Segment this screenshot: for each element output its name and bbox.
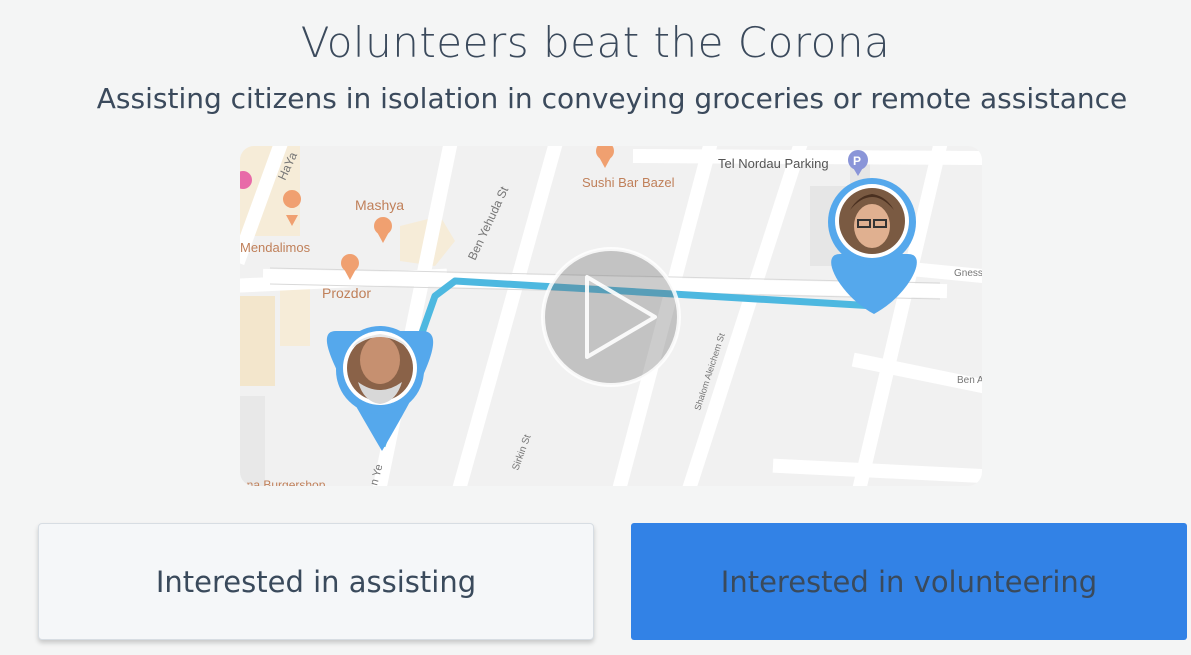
interested-in-assisting-button[interactable]: Interested in assisting — [38, 523, 594, 640]
svg-text:P: P — [853, 154, 861, 168]
place-label-tel-nordau: Tel Nordau Parking — [718, 156, 829, 171]
map-illustration: HaYa Mashya Mendalimos Prozdor Ben Yehud… — [240, 146, 982, 486]
street-label-ben-ami: Ben A — [957, 375, 982, 386]
place-label-prozdor: Prozdor — [322, 285, 371, 301]
place-label-sushi-bar: Sushi Bar Bazel — [582, 175, 675, 190]
place-label-burgershop: ana Burgershop — [240, 478, 326, 486]
page-subtitle: Assisting citizens in isolation in conve… — [96, 82, 1128, 115]
street-label-gnessin: Gness — [954, 268, 982, 279]
play-button-icon — [541, 247, 681, 387]
intro-video[interactable]: HaYa Mashya Mendalimos Prozdor Ben Yehud… — [240, 146, 982, 486]
page-title: Volunteers beat the Corona — [300, 18, 891, 67]
interested-in-volunteering-button[interactable]: Interested in volunteering — [631, 523, 1187, 640]
place-label-mashya: Mashya — [355, 197, 404, 213]
place-label-mendalimos: Mendalimos — [240, 240, 311, 255]
